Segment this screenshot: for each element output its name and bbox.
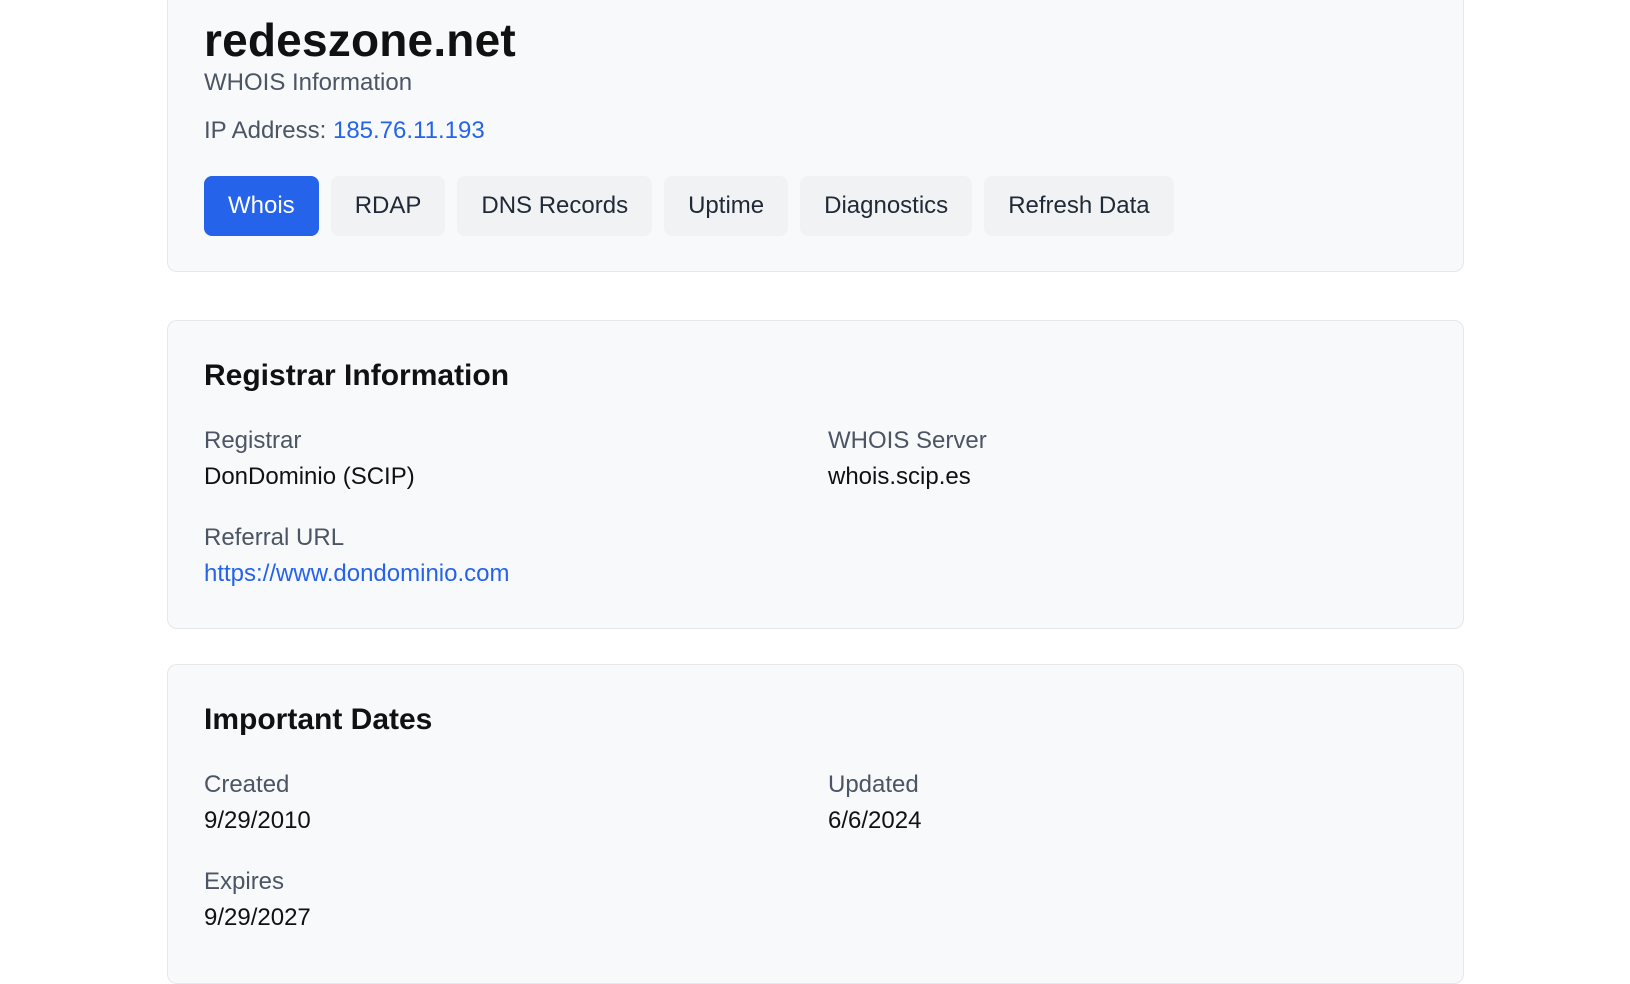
updated-value: 6/6/2024 — [828, 807, 922, 834]
tab-rdap[interactable]: RDAP — [330, 176, 446, 236]
created-field: Created 9/29/2010 — [204, 771, 311, 835]
ip-address-label: IP Address: — [204, 117, 327, 144]
tab-dns-records[interactable]: DNS Records — [457, 176, 653, 236]
tab-diagnostics[interactable]: Diagnostics — [800, 176, 973, 236]
domain-header-card: redeszone.net WHOIS Information IP Addre… — [167, 0, 1464, 272]
tab-bar: Whois RDAP DNS Records Uptime Diagnostic… — [204, 176, 1174, 236]
whois-server-label: WHOIS Server — [828, 427, 987, 454]
updated-label: Updated — [828, 771, 919, 798]
expires-value: 9/29/2027 — [204, 904, 311, 931]
whois-server-field: WHOIS Server whois.scip.es — [828, 427, 987, 491]
referral-url-label: Referral URL — [204, 524, 345, 551]
expires-label: Expires — [204, 868, 285, 895]
refresh-data-button[interactable]: Refresh Data — [984, 176, 1174, 236]
dates-section-title: Important Dates — [204, 703, 433, 736]
updated-field: Updated 6/6/2024 — [828, 771, 921, 835]
registrar-value: DonDominio (SCIP) — [204, 463, 415, 490]
page-title: redeszone.net — [204, 14, 516, 66]
referral-url-field: Referral URL https://www.dondominio.com — [204, 524, 509, 588]
expires-field: Expires 9/29/2027 — [204, 868, 311, 932]
registrar-info-card: Registrar Information Registrar DonDomin… — [167, 320, 1464, 629]
ip-address-link[interactable]: 185.76.11.193 — [333, 117, 485, 144]
page-subtitle: WHOIS Information — [204, 69, 413, 96]
referral-url-link[interactable]: https://www.dondominio.com — [204, 560, 509, 588]
important-dates-card: Important Dates Created 9/29/2010 Update… — [167, 664, 1464, 984]
ip-address-line: IP Address: 185.76.11.193 — [204, 117, 485, 145]
registrar-field: Registrar DonDominio (SCIP) — [204, 427, 415, 491]
tab-whois[interactable]: Whois — [204, 176, 319, 236]
created-label: Created — [204, 771, 290, 798]
created-value: 9/29/2010 — [204, 807, 311, 834]
registrar-label: Registrar — [204, 427, 302, 454]
registrar-section-title: Registrar Information — [204, 359, 510, 392]
whois-server-value: whois.scip.es — [828, 463, 971, 490]
tab-uptime[interactable]: Uptime — [664, 176, 789, 236]
